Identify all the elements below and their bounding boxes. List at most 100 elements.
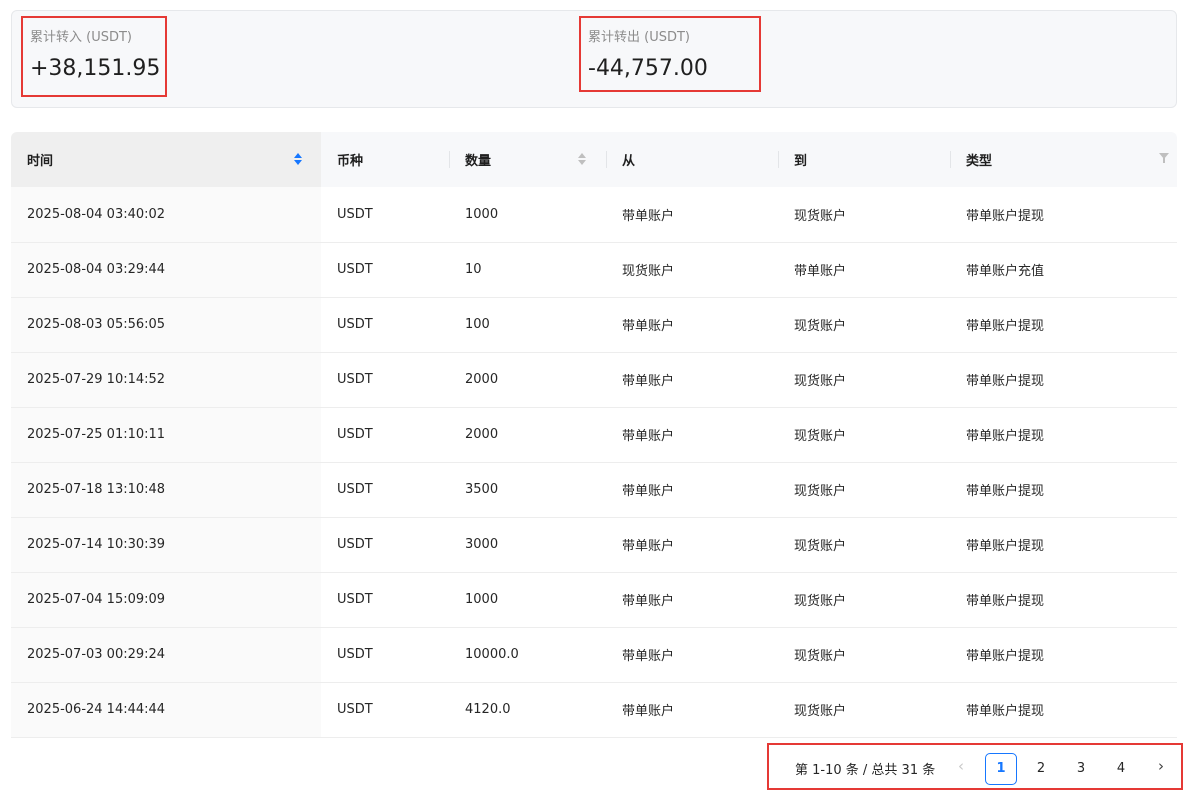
- cell-coin: USDT: [321, 352, 449, 408]
- table-row: 2025-07-14 10:30:39 USDT 3000 带单账户 现货账户 带单账户提…: [11, 517, 1177, 573]
- table-row: 2025-08-04 03:40:02 USDT 1000 带单账户 现货账户 带单账户提…: [11, 187, 1177, 243]
- summary-panel: 累计转入 (USDT) +38,151.95 累计转出 (USDT) -44,7…: [11, 10, 1177, 108]
- cell-coin: USDT: [321, 572, 449, 628]
- cell-to: 现货账户: [778, 627, 950, 683]
- cell-from: 带单账户: [606, 517, 778, 573]
- cell-to: 现货账户: [778, 682, 950, 738]
- column-header-to-label: 到: [794, 154, 808, 169]
- cell-from: 现货账户: [606, 242, 778, 298]
- cell-time: 2025-07-18 13:10:48: [11, 462, 321, 518]
- cell-coin: USDT: [321, 297, 449, 353]
- filter-icon[interactable]: [1159, 153, 1169, 163]
- cell-type: 带单账户提现: [950, 297, 1177, 353]
- cell-amount: 2000: [449, 352, 606, 408]
- table-row: 2025-07-04 15:09:09 USDT 1000 带单账户 现货账户 带单账户提…: [11, 572, 1177, 628]
- cell-from: 带单账户: [606, 407, 778, 463]
- cell-time: 2025-08-04 03:29:44: [11, 242, 321, 298]
- pagination: 第 1-10 条 / 总共 31 条 ‹ 1 2 3 4 ›: [767, 743, 1183, 790]
- pagination-total: 第 1-10 条 / 总共 31 条: [795, 763, 936, 778]
- page-item-1[interactable]: 1: [985, 753, 1017, 785]
- cell-from: 带单账户: [606, 187, 778, 243]
- cell-coin: USDT: [321, 242, 449, 298]
- transfer-in-label: 累计转入 (USDT): [30, 30, 132, 45]
- table-row: 2025-07-18 13:10:48 USDT 3500 带单账户 现货账户 带单账户提…: [11, 462, 1177, 518]
- chevron-right-icon[interactable]: ›: [1152, 757, 1170, 775]
- column-header-amount[interactable]: 数量: [449, 132, 606, 187]
- table-row: 2025-07-25 01:10:11 USDT 2000 带单账户 现货账户 带单账户提…: [11, 407, 1177, 463]
- cell-coin: USDT: [321, 517, 449, 573]
- cell-time: 2025-07-29 10:14:52: [11, 352, 321, 408]
- column-header-coin: 币种: [321, 132, 449, 187]
- cell-amount: 3000: [449, 517, 606, 573]
- page-item-4[interactable]: 4: [1105, 753, 1137, 785]
- cell-from: 带单账户: [606, 462, 778, 518]
- cell-from: 带单账户: [606, 627, 778, 683]
- cell-type: 带单账户提现: [950, 462, 1177, 518]
- cell-amount: 100: [449, 297, 606, 353]
- cell-amount: 4120.0: [449, 682, 606, 738]
- cell-amount: 10: [449, 242, 606, 298]
- sort-icon[interactable]: [577, 152, 587, 166]
- transfer-out-label: 累计转出 (USDT): [588, 30, 690, 45]
- cell-amount: 2000: [449, 407, 606, 463]
- page-item-2[interactable]: 2: [1025, 753, 1057, 785]
- transfer-out-value: -44,757.00: [588, 56, 708, 81]
- column-header-time[interactable]: 时间: [11, 132, 321, 187]
- cell-type: 带单账户提现: [950, 352, 1177, 408]
- cell-type: 带单账户提现: [950, 682, 1177, 738]
- column-header-type[interactable]: 类型: [950, 132, 1177, 187]
- table-row: 2025-07-03 00:29:24 USDT 10000.0 带单账户 现货账户 带单…: [11, 627, 1177, 683]
- cell-time: 2025-07-04 15:09:09: [11, 572, 321, 628]
- page-item-3[interactable]: 3: [1065, 753, 1097, 785]
- cell-time: 2025-07-14 10:30:39: [11, 517, 321, 573]
- cell-amount: 10000.0: [449, 627, 606, 683]
- column-header-coin-label: 币种: [337, 154, 364, 169]
- table-row: 2025-08-04 03:29:44 USDT 10 现货账户 带单账户 带单账户充值: [11, 242, 1177, 298]
- cell-to: 现货账户: [778, 462, 950, 518]
- cell-amount: 1000: [449, 572, 606, 628]
- cell-to: 现货账户: [778, 352, 950, 408]
- cell-coin: USDT: [321, 187, 449, 243]
- sort-icon[interactable]: [293, 152, 303, 166]
- cell-coin: USDT: [321, 627, 449, 683]
- table-body: 2025-08-04 03:40:02 USDT 1000 带单账户 现货账户 带单账户提…: [11, 187, 1177, 738]
- cell-time: 2025-06-24 14:44:44: [11, 682, 321, 738]
- cell-coin: USDT: [321, 407, 449, 463]
- cell-from: 带单账户: [606, 682, 778, 738]
- chevron-left-icon[interactable]: ‹: [952, 757, 970, 775]
- cell-type: 带单账户提现: [950, 517, 1177, 573]
- cell-type: 带单账户提现: [950, 187, 1177, 243]
- transfer-in-stat: 累计转入 (USDT) +38,151.95: [21, 16, 167, 97]
- column-header-from: 从: [606, 132, 778, 187]
- cell-type: 带单账户提现: [950, 407, 1177, 463]
- transfer-table: 时间 币种 数量 从 到 类型 2025-08-04 03:40:02 USDT…: [11, 132, 1177, 738]
- cell-to: 现货账户: [778, 297, 950, 353]
- cell-from: 带单账户: [606, 352, 778, 408]
- column-header-time-label: 时间: [27, 154, 54, 169]
- column-header-to: 到: [778, 132, 950, 187]
- cell-to: 现货账户: [778, 187, 950, 243]
- cell-to: 带单账户: [778, 242, 950, 298]
- cell-to: 现货账户: [778, 517, 950, 573]
- column-header-from-label: 从: [622, 154, 636, 169]
- cell-amount: 3500: [449, 462, 606, 518]
- column-header-type-label: 类型: [966, 154, 993, 169]
- cell-time: 2025-07-25 01:10:11: [11, 407, 321, 463]
- table-row: 2025-07-29 10:14:52 USDT 2000 带单账户 现货账户 带单账户提…: [11, 352, 1177, 408]
- cell-time: 2025-08-03 05:56:05: [11, 297, 321, 353]
- table-header-row: 时间 币种 数量 从 到 类型: [11, 132, 1177, 187]
- cell-from: 带单账户: [606, 572, 778, 628]
- cell-amount: 1000: [449, 187, 606, 243]
- table-row: 2025-06-24 14:44:44 USDT 4120.0 带单账户 现货账户 带单账…: [11, 682, 1177, 738]
- transfer-out-stat: 累计转出 (USDT) -44,757.00: [579, 16, 761, 92]
- cell-time: 2025-08-04 03:40:02: [11, 187, 321, 243]
- transfer-in-value: +38,151.95: [30, 56, 161, 81]
- cell-type: 带单账户提现: [950, 572, 1177, 628]
- table-row: 2025-08-03 05:56:05 USDT 100 带单账户 现货账户 带单账户提现: [11, 297, 1177, 353]
- cell-type: 带单账户充值: [950, 242, 1177, 298]
- cell-time: 2025-07-03 00:29:24: [11, 627, 321, 683]
- cell-to: 现货账户: [778, 572, 950, 628]
- column-header-amount-label: 数量: [465, 154, 492, 169]
- cell-to: 现货账户: [778, 407, 950, 463]
- cell-coin: USDT: [321, 682, 449, 738]
